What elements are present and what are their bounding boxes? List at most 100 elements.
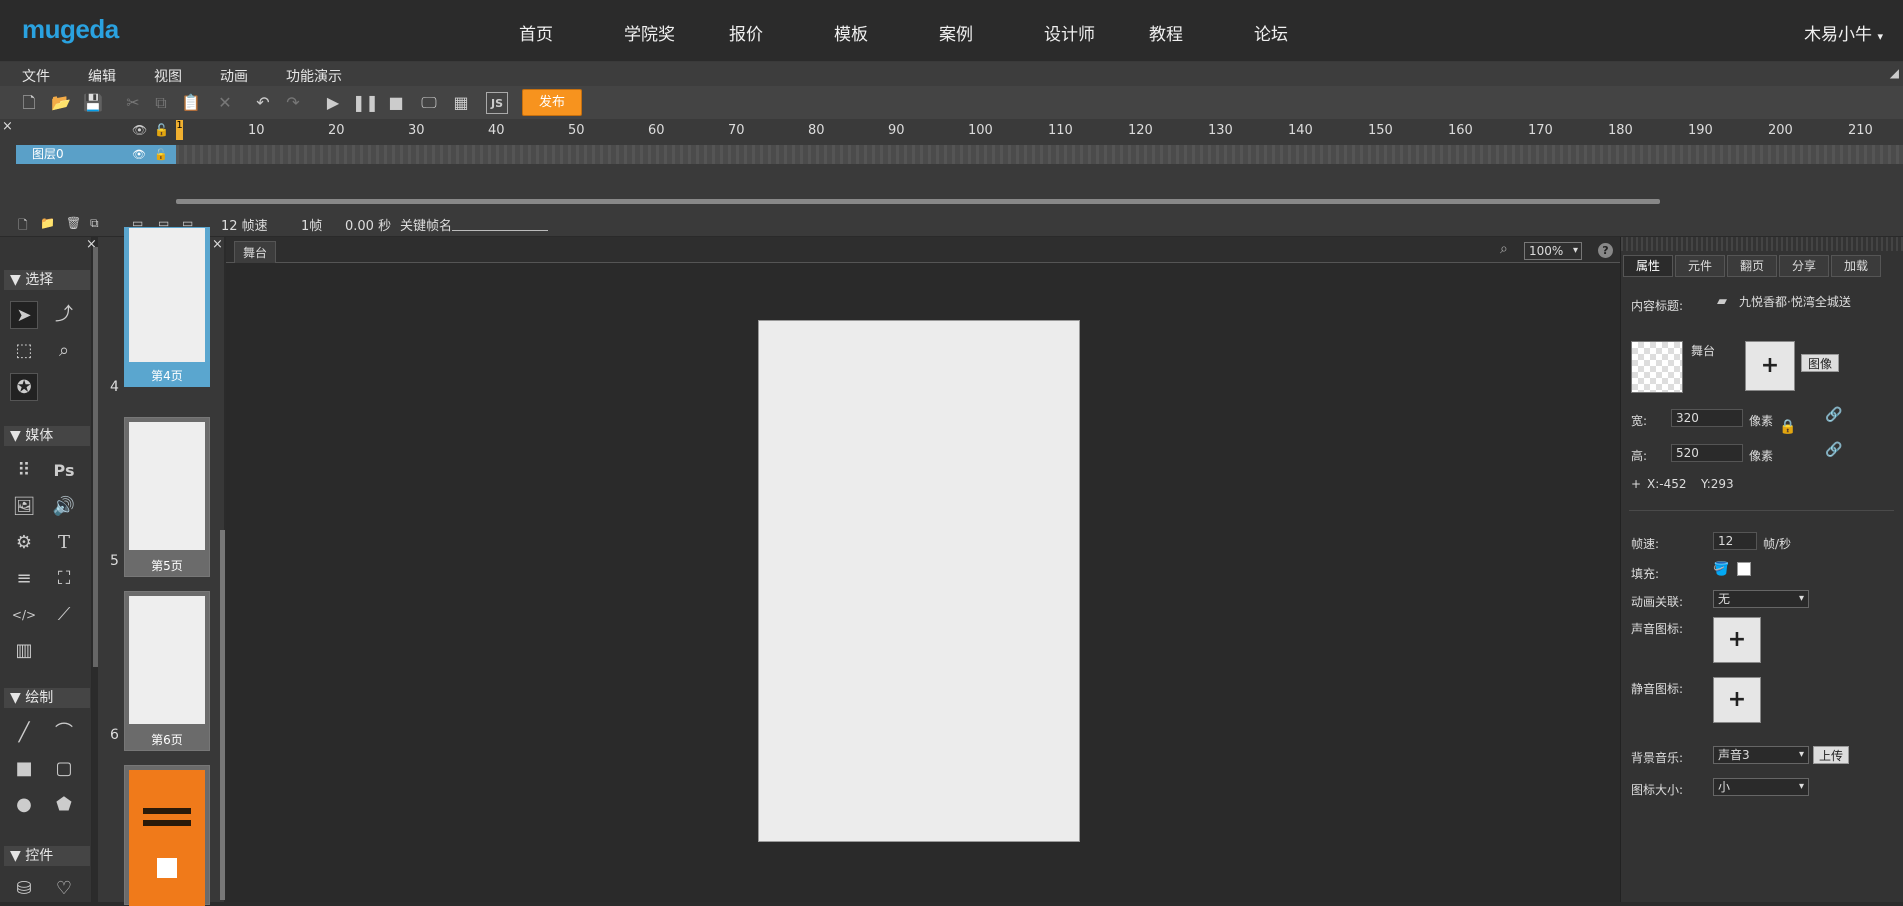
height-input[interactable]: 520 <box>1671 444 1743 462</box>
nav-designers[interactable]: 设计师 <box>1044 20 1095 45</box>
line-tool-icon[interactable]: ╱ <box>10 719 38 747</box>
new-file-icon[interactable]: 🗋 <box>18 92 40 114</box>
add-layer-icon[interactable]: 🗋 <box>18 216 28 237</box>
page-thumbnail[interactable]: 第5页 <box>124 417 210 577</box>
film-strip-icon[interactable]: ▥ <box>10 637 38 665</box>
fill-color-swatch[interactable] <box>1737 562 1751 576</box>
link-icon[interactable]: 🔗 <box>1825 407 1842 423</box>
paragraph-icon[interactable]: ≡ <box>10 565 38 593</box>
collapse-icon[interactable]: ◢ <box>1890 66 1899 80</box>
image-button[interactable]: 图像 <box>1801 354 1839 372</box>
anim-link-select[interactable]: 无 <box>1713 590 1809 608</box>
frame-ruler[interactable]: 1 10 20 30 40 50 60 70 80 90 100 110 120 130 140 150 16… <box>176 120 1903 142</box>
page-thumbnail[interactable] <box>124 765 210 906</box>
stop-icon[interactable]: ■ <box>385 92 407 114</box>
copy-layer-icon[interactable]: ⧉ <box>90 216 99 231</box>
star-tool-icon[interactable]: ✪ <box>10 373 38 401</box>
menu-file[interactable]: 文件 <box>22 66 50 86</box>
playhead[interactable]: 1 <box>176 120 183 140</box>
delete-icon[interactable]: ✕ <box>214 92 236 114</box>
menu-demo[interactable]: 功能演示 <box>286 66 342 86</box>
layer-row[interactable]: 图层0 👁 🔓 <box>16 145 176 164</box>
paste-icon[interactable]: 📋 <box>180 92 202 114</box>
close-icon[interactable]: × <box>2 119 13 134</box>
page-thumbnail[interactable]: 第4页 <box>124 227 210 387</box>
trash-icon[interactable]: 🗑 <box>66 216 81 230</box>
add-image-button[interactable]: + <box>1745 341 1795 391</box>
bg-music-select[interactable]: 声音3 <box>1713 746 1809 764</box>
section-draw[interactable]: ▼ 绘制 <box>4 688 90 708</box>
page-list-scrollbar[interactable] <box>220 530 225 900</box>
curve-tool-icon[interactable]: ⌒ <box>50 719 78 747</box>
tab-stage[interactable]: 舞台 <box>234 241 276 263</box>
tab-components[interactable]: 元件 <box>1675 255 1725 277</box>
cut-icon[interactable]: ✂ <box>122 92 144 114</box>
arrow-select-tool-icon[interactable]: ➤ <box>10 301 38 329</box>
photoshop-icon[interactable]: Ps <box>50 457 78 485</box>
share-image-icon[interactable]: ▰ <box>1717 294 1727 309</box>
icon-size-select[interactable]: 小 <box>1713 778 1809 796</box>
undo-icon[interactable]: ↶ <box>252 92 274 114</box>
text-tool-icon[interactable]: T <box>50 529 78 557</box>
tab-page-flip[interactable]: 翻页 <box>1727 255 1777 277</box>
control-tool-icon[interactable]: ⛁ <box>10 875 38 903</box>
section-media[interactable]: ▼ 媒体 <box>4 426 90 446</box>
tab-loading[interactable]: 加载 <box>1831 255 1881 277</box>
mugeda-logo[interactable]: mugeda <box>22 14 119 45</box>
save-icon[interactable]: 💾 <box>82 92 104 114</box>
nav-tutorials[interactable]: 教程 <box>1149 20 1183 45</box>
fps-input[interactable]: 12 <box>1713 532 1757 550</box>
panel-grip[interactable] <box>1621 237 1903 251</box>
eye-icon[interactable]: 👁 <box>132 123 147 137</box>
stage-canvas[interactable] <box>758 320 1080 842</box>
layer-eye-icon[interactable]: 👁 <box>132 145 146 164</box>
lock-icon[interactable]: 🔓 <box>154 123 169 137</box>
zoom-icon[interactable]: ⌕ <box>1500 241 1508 257</box>
video-icon[interactable]: ⚙ <box>10 529 38 557</box>
rectangle-tool-icon[interactable]: ■ <box>10 755 38 783</box>
rounded-rect-tool-icon[interactable]: ▢ <box>50 755 78 783</box>
page-thumbnail[interactable]: 第6页 <box>124 591 210 751</box>
width-input[interactable]: 320 <box>1671 409 1743 427</box>
section-select[interactable]: ▼ 选择 <box>4 270 90 290</box>
lock-ratio-icon[interactable]: 🔒 <box>1779 419 1796 435</box>
copy-icon[interactable]: ⧉ <box>150 92 172 114</box>
qrcode-icon[interactable]: ▦ <box>450 92 472 114</box>
play-icon[interactable]: ▶ <box>322 92 344 114</box>
nav-home[interactable]: 首页 <box>519 20 553 45</box>
close-icon[interactable]: × <box>212 237 223 252</box>
pause-icon[interactable]: ❚❚ <box>352 92 379 114</box>
nav-cases[interactable]: 案例 <box>939 20 973 45</box>
zoom-select[interactable]: 100% ▾ <box>1524 242 1582 260</box>
preview-icon[interactable]: 🖵 <box>418 92 440 114</box>
menu-edit[interactable]: 编辑 <box>88 66 116 86</box>
tab-share[interactable]: 分享 <box>1779 255 1829 277</box>
open-file-icon[interactable]: 📂 <box>50 92 72 114</box>
node-select-tool-icon[interactable]: ⤴ <box>50 301 78 329</box>
ellipse-tool-icon[interactable]: ● <box>10 791 38 819</box>
keyframe-name-input[interactable] <box>452 230 548 231</box>
audio-icon[interactable]: 🔊 <box>50 493 78 521</box>
nav-templates[interactable]: 模板 <box>834 20 868 45</box>
javascript-icon[interactable]: JS <box>486 92 508 114</box>
polygon-tool-icon[interactable]: ⬟ <box>50 791 78 819</box>
publish-button[interactable]: 发布 <box>522 89 582 116</box>
content-title-value[interactable]: 九悦香都·悦湾全城送 <box>1735 294 1895 312</box>
nav-academy-award[interactable]: 学院奖 <box>624 20 675 45</box>
link-icon[interactable]: 🔗 <box>1825 442 1842 458</box>
add-mute-icon-button[interactable]: + <box>1713 677 1761 723</box>
timeline-scrollbar[interactable] <box>176 199 1660 204</box>
layer-lock-icon[interactable]: 🔓 <box>154 145 168 164</box>
nav-pricing[interactable]: 报价 <box>729 20 763 45</box>
add-folder-icon[interactable]: 📁 <box>40 216 55 230</box>
chart-icon[interactable]: ⟋ <box>50 601 78 629</box>
nav-forum[interactable]: 论坛 <box>1254 20 1288 45</box>
help-icon[interactable]: ? <box>1598 243 1613 258</box>
user-menu[interactable]: 木易小牛 ▾ <box>1804 20 1883 45</box>
image-icon[interactable]: 🖼 <box>10 493 38 521</box>
menu-view[interactable]: 视图 <box>154 66 182 86</box>
zoom-tool-icon[interactable]: ⌕ <box>50 337 78 365</box>
tab-properties[interactable]: 属性 <box>1623 255 1673 277</box>
upload-button[interactable]: 上传 <box>1813 746 1849 764</box>
menu-animation[interactable]: 动画 <box>220 66 248 86</box>
